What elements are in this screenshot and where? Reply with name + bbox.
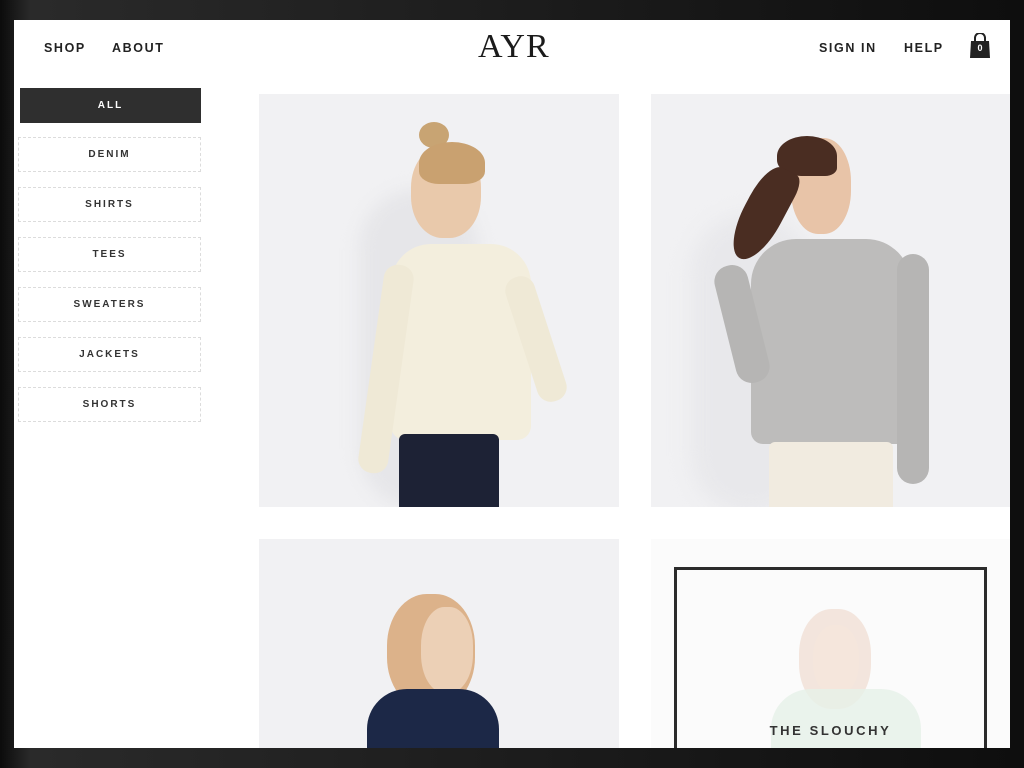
category-shirts[interactable]: SHIRTS (18, 187, 201, 222)
promo-tile-the-slouchy[interactable]: THE SLOUCHY (651, 539, 1010, 748)
category-denim[interactable]: DENIM (18, 137, 201, 172)
nav-shop-link[interactable]: SHOP (44, 41, 86, 55)
product-tile-cream-sweater[interactable] (259, 94, 619, 507)
navy-sweater (367, 689, 499, 748)
device-frame: SHOP ABOUT AYR SIGN IN HELP 0 ALL DENIM … (0, 0, 1024, 768)
category-sweaters[interactable]: SWEATERS (18, 287, 201, 322)
ayr-logo[interactable]: AYR (478, 28, 550, 66)
white-shorts (769, 442, 893, 507)
category-tees[interactable]: TEES (18, 237, 201, 272)
promo-frame (674, 567, 987, 748)
product-tile-grey-sweater[interactable] (651, 94, 1010, 507)
category-all[interactable]: ALL (20, 88, 201, 123)
category-jackets[interactable]: JACKETS (18, 337, 201, 372)
category-shorts[interactable]: SHORTS (18, 387, 201, 422)
promo-label: THE SLOUCHY (769, 723, 892, 738)
right-sleeve (897, 254, 929, 484)
shopping-bag-icon[interactable]: 0 (969, 32, 991, 59)
browser-viewport: SHOP ABOUT AYR SIGN IN HELP 0 ALL DENIM … (14, 20, 1010, 748)
nav-about-link[interactable]: ABOUT (112, 41, 164, 55)
cart-count: 0 (977, 43, 983, 53)
product-tile-navy-sweater[interactable] (259, 539, 619, 748)
navy-jeans (399, 434, 499, 507)
sign-in-link[interactable]: SIGN IN (819, 41, 877, 55)
help-link[interactable]: HELP (904, 41, 944, 55)
model-head (421, 607, 473, 693)
hair (419, 142, 485, 184)
grey-sweater (751, 239, 911, 444)
